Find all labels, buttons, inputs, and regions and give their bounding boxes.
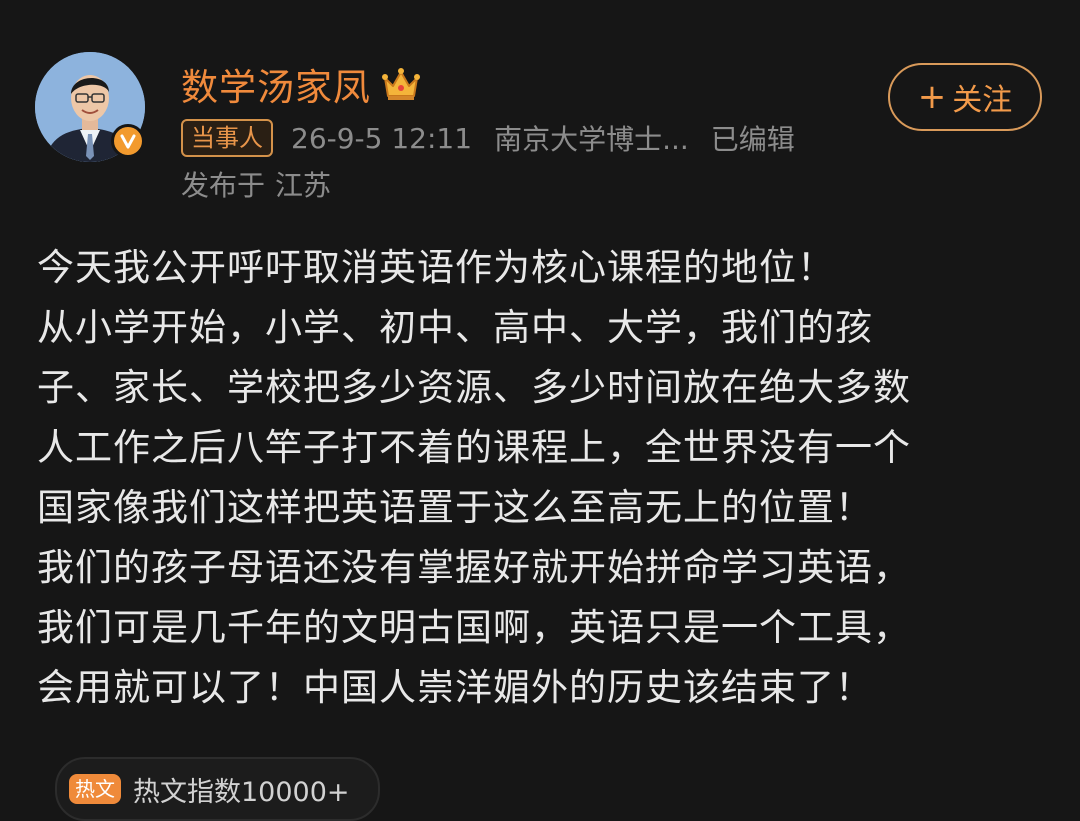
content-line: 今天我公开呼吁取消英语作为核心课程的地位！ [37,246,835,289]
plus-icon: + [917,77,947,117]
content-line: 人工作之后八竿子打不着的课程上，全世界没有一个 [37,426,911,469]
content-line: 我们的孩子母语还没有掌握好就开始拼命学习英语， [37,546,911,589]
author-name[interactable]: 数学汤家凤 [181,57,371,111]
author-header: 数学汤家凤 [181,58,421,110]
party-badge: 当事人 [181,119,273,157]
edited-label[interactable]: 已编辑 [711,118,795,158]
hot-index-label: 热文指数10000+ [133,776,350,808]
location-value: 江苏 [275,169,332,202]
post-content: 今天我公开呼吁取消英语作为核心课程的地位！ 从小学开始，小学、初中、高中、大学，… [37,238,1047,718]
hot-article-icon: 热文 [69,774,121,804]
content-line: 从小学开始，小学、初中、高中、大学，我们的孩 [37,306,873,349]
crown-icon[interactable] [381,66,421,102]
author-bio: 南京大学博士... [494,123,689,156]
hot-article-tag[interactable]: 热文 热文指数10000+ [55,757,380,821]
weibo-post: 数学汤家凤 当事人 26-9-5 12:11 南京大学博士... 已编辑 发布于… [0,0,1080,821]
location-prefix: 发布于 [181,169,266,202]
content-line: 我们可是几千年的文明古国啊，英语只是一个工具， [37,606,911,649]
follow-button[interactable]: + 关注 [888,63,1042,131]
content-line: 子、家长、学校把多少资源、多少时间放在绝大多数 [37,366,911,409]
post-time: 26-9-5 12:11 [291,121,473,155]
follow-label: 关注 [952,83,1013,118]
post-meta: 当事人 26-9-5 12:11 南京大学博士... 已编辑 [181,118,795,158]
content-line: 会用就可以了！中国人崇洋媚外的历史该结束了！ [37,666,873,709]
content-line: 国家像我们这样把英语置于这么至高无上的位置！ [37,486,873,529]
verified-v-icon [111,124,145,158]
post-location: 发布于 江苏 [181,164,331,204]
author-avatar[interactable] [35,52,145,162]
